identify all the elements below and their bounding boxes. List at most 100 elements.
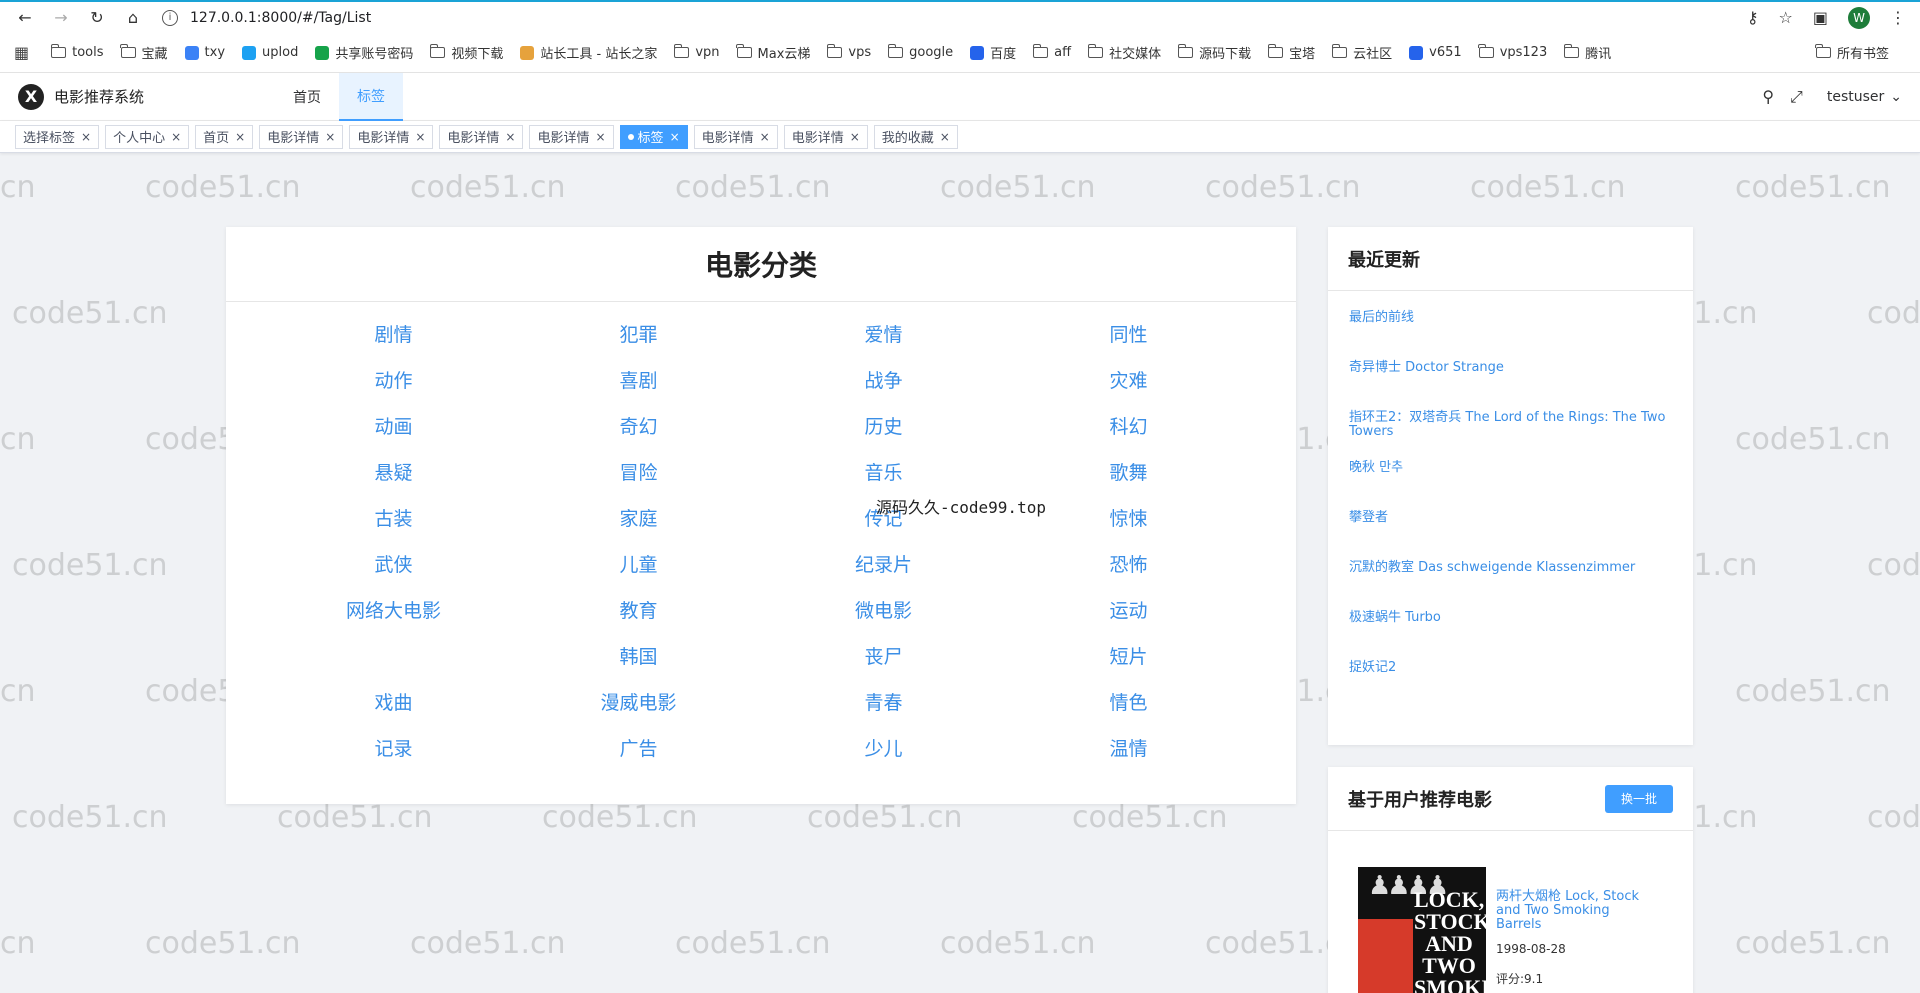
movie-poster[interactable]: ♟♟♟♟ LOCK, STOCK AND TWO SMOKING BARRELS (1358, 867, 1486, 993)
category-link[interactable]: 网络大电影 (271, 586, 516, 632)
tag-tab[interactable]: 电影详情 × (693, 124, 778, 149)
tag-tab[interactable]: 首页 × (195, 124, 254, 149)
bookmark-item[interactable]: google (887, 44, 953, 60)
bookmark-item[interactable]: 百度 (970, 43, 1016, 62)
category-link[interactable]: 少儿 (761, 724, 1006, 770)
bookmark-item[interactable]: 共享账号密码 (315, 43, 413, 62)
movie-item[interactable]: ♟♟♟♟ LOCK, STOCK AND TWO SMOKING BARRELS… (1328, 831, 1693, 993)
bookmark-item[interactable]: uplod (242, 45, 298, 60)
bookmark-item[interactable]: vpn (673, 44, 720, 60)
category-link[interactable]: 灾难 (1006, 356, 1251, 402)
category-link[interactable]: 儿童 (516, 540, 761, 586)
address-bar[interactable]: i 127.0.0.1:8000/#/Tag/List (162, 5, 1747, 31)
close-icon[interactable]: × (171, 130, 181, 144)
recent-item-link[interactable]: 极速蜗牛 Turbo (1349, 611, 1673, 661)
menu-item-home[interactable]: 首页 (275, 73, 339, 121)
bookmark-item[interactable]: 宝藏 (120, 43, 168, 62)
category-link[interactable]: 广告 (516, 724, 761, 770)
bookmark-item[interactable]: Max云梯 (736, 43, 810, 62)
category-link[interactable]: 纪录片 (761, 540, 1006, 586)
bookmark-item[interactable]: vps (826, 44, 871, 60)
key-icon[interactable]: ⚷ (1747, 8, 1759, 27)
recent-item-link[interactable]: 晚秋 만추 (1349, 461, 1673, 511)
category-link[interactable]: 科幻 (1006, 402, 1251, 448)
category-link[interactable]: 韩国 (516, 632, 761, 678)
category-link[interactable]: 音乐 (761, 448, 1006, 494)
swap-batch-button[interactable]: 换一批 (1604, 784, 1673, 813)
tag-tab[interactable]: 我的收藏 × (873, 124, 958, 149)
bookmark-item[interactable]: aff (1032, 44, 1071, 60)
recent-item-link[interactable]: 指环王2：双塔奇兵 The Lord of the Rings: The Two… (1349, 411, 1673, 461)
close-icon[interactable]: × (505, 130, 515, 144)
forward-icon[interactable]: → (50, 7, 72, 29)
reload-icon[interactable]: ↻ (86, 7, 108, 29)
category-link[interactable]: 恐怖 (1006, 540, 1251, 586)
profile-avatar[interactable]: W (1848, 6, 1870, 29)
tag-tab[interactable]: 标签 × (619, 124, 688, 149)
category-link[interactable]: 青春 (761, 678, 1006, 724)
tag-tab[interactable]: 电影详情 × (349, 124, 434, 149)
bookmark-item[interactable]: 站长工具 - 站长之家 (520, 43, 657, 62)
back-icon[interactable]: ← (14, 7, 36, 29)
url-text[interactable]: 127.0.0.1:8000/#/Tag/List (190, 10, 371, 26)
all-bookmarks[interactable]: 所有书签 (1815, 43, 1889, 62)
category-link[interactable]: 奇幻 (516, 402, 761, 448)
tag-tab[interactable]: 个人中心 × (105, 124, 190, 149)
category-link[interactable]: 武侠 (271, 540, 516, 586)
close-icon[interactable]: × (415, 130, 425, 144)
close-icon[interactable]: × (940, 130, 950, 144)
tag-tab[interactable]: 选择标签 × (15, 124, 100, 149)
tag-tab[interactable]: 电影详情 × (259, 124, 344, 149)
close-icon[interactable]: × (81, 130, 91, 144)
star-icon[interactable]: ☆ (1779, 8, 1793, 27)
close-icon[interactable]: × (760, 130, 770, 144)
close-icon[interactable]: × (850, 130, 860, 144)
category-link[interactable]: 爱情 (761, 310, 1006, 356)
close-icon[interactable]: × (670, 130, 680, 144)
category-link[interactable]: 微电影 (761, 586, 1006, 632)
bookmark-item[interactable]: 社交媒体 (1087, 43, 1161, 62)
bookmark-item[interactable]: vps123 (1478, 44, 1547, 60)
category-link[interactable]: 冒险 (516, 448, 761, 494)
recent-item-link[interactable]: 奇异博士 Doctor Strange (1349, 361, 1673, 411)
bookmark-item[interactable]: 视频下载 (429, 43, 503, 62)
app-logo[interactable]: X 电影推荐系统 (18, 83, 275, 110)
category-link[interactable]: 运动 (1006, 586, 1251, 632)
movie-title[interactable]: 两杆大烟枪 Lock, Stock and Two Smoking Barrel… (1496, 890, 1656, 932)
category-link[interactable]: 记录 (271, 724, 516, 770)
category-link[interactable]: 喜剧 (516, 356, 761, 402)
recent-item-link[interactable]: 沉默的教室 Das schweigende Klassenzimmer (1349, 561, 1673, 611)
bookmark-item[interactable]: 云社区 (1331, 43, 1392, 62)
category-link[interactable]: 温情 (1006, 724, 1251, 770)
category-link[interactable]: 情色 (1006, 678, 1251, 724)
category-link[interactable]: 短片 (1006, 632, 1251, 678)
category-link[interactable]: 家庭 (516, 494, 761, 540)
bookmark-item[interactable]: 源码下载 (1177, 43, 1251, 62)
category-link[interactable]: 剧情 (271, 310, 516, 356)
bookmark-item[interactable]: v651 (1409, 45, 1462, 60)
category-link[interactable]: 悬疑 (271, 448, 516, 494)
close-icon[interactable]: × (235, 130, 245, 144)
more-icon[interactable]: ⋮ (1890, 8, 1906, 27)
category-link[interactable]: 丧尸 (761, 632, 1006, 678)
apps-grid-icon[interactable]: ▦ (14, 43, 29, 62)
user-menu[interactable]: testuser ⌄ (1827, 89, 1902, 105)
category-link[interactable]: 动作 (271, 356, 516, 402)
bookmark-item[interactable]: tools (50, 44, 104, 60)
tag-tab[interactable]: 电影详情 × (439, 124, 524, 149)
bookmark-item[interactable]: txy (184, 45, 225, 60)
close-icon[interactable]: × (595, 130, 605, 144)
category-link[interactable]: 教育 (516, 586, 761, 632)
category-link[interactable]: 同性 (1006, 310, 1251, 356)
home-icon[interactable]: ⌂ (122, 7, 144, 29)
close-icon[interactable]: × (325, 130, 335, 144)
bookmark-item[interactable]: 腾讯 (1563, 43, 1611, 62)
category-link[interactable]: 古装 (271, 494, 516, 540)
menu-item-tags[interactable]: 标签 (339, 72, 403, 121)
extensions-icon[interactable]: ▣ (1813, 8, 1828, 27)
category-link[interactable]: 歌舞 (1006, 448, 1251, 494)
category-link[interactable]: 戏曲 (271, 678, 516, 724)
category-link[interactable]: 漫威电影 (516, 678, 761, 724)
search-icon[interactable]: ⚲ (1762, 87, 1774, 106)
tag-tab[interactable]: 电影详情 × (529, 124, 614, 149)
